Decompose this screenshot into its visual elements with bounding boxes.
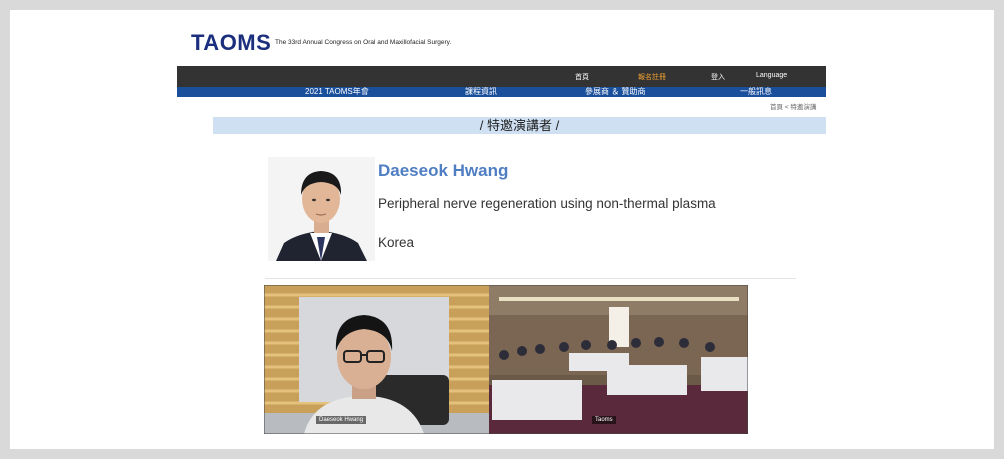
main-nav-bar: 2021 TAOMS年會 課程資訊 參展商 ＆ 贊助商 一般訊息 xyxy=(177,87,826,97)
top-nav-login[interactable]: 登入 xyxy=(711,72,725,82)
video-frames xyxy=(264,285,748,434)
speaker-country: Korea xyxy=(378,235,415,250)
page-frame: TAOMS The 33rd Annual Congress on Oral a… xyxy=(10,10,994,449)
page-title: / 特邀演講者 / xyxy=(479,118,560,133)
main-nav-exhibitors-sponsors[interactable]: 參展商 ＆ 贊助商 xyxy=(585,87,645,97)
top-nav-bar: 首頁 報名註冊 登入 Language xyxy=(177,66,826,87)
video-label-left: Daeseok Hwang xyxy=(316,416,367,424)
speaker-topic: Peripheral nerve regeneration using non-… xyxy=(378,196,716,211)
breadcrumb[interactable]: 首頁 < 特邀演講 xyxy=(770,101,826,111)
main-nav-course-info[interactable]: 課程資訊 xyxy=(465,87,497,97)
top-nav-language[interactable]: Language xyxy=(756,72,787,79)
main-nav-annual-meeting[interactable]: 2021 TAOMS年會 xyxy=(305,87,369,97)
speaker-photo xyxy=(268,157,375,261)
video-label-right: Taoms xyxy=(592,416,616,424)
top-nav-home[interactable]: 首頁 xyxy=(575,72,589,82)
main-nav-general-info[interactable]: 一般訊息 xyxy=(740,87,772,97)
section-divider xyxy=(265,278,796,279)
site-tagline: The 33rd Annual Congress on Oral and Max… xyxy=(275,39,452,46)
speaker-portrait xyxy=(268,157,375,261)
top-nav-register[interactable]: 報名註冊 xyxy=(638,72,666,82)
site-logo[interactable]: TAOMS xyxy=(191,30,271,56)
video-conference-screenshot: Daeseok Hwang Taoms xyxy=(264,285,748,434)
page-title-bar: / 特邀演講者 / xyxy=(213,117,826,134)
speaker-name: Daeseok Hwang xyxy=(378,161,509,180)
